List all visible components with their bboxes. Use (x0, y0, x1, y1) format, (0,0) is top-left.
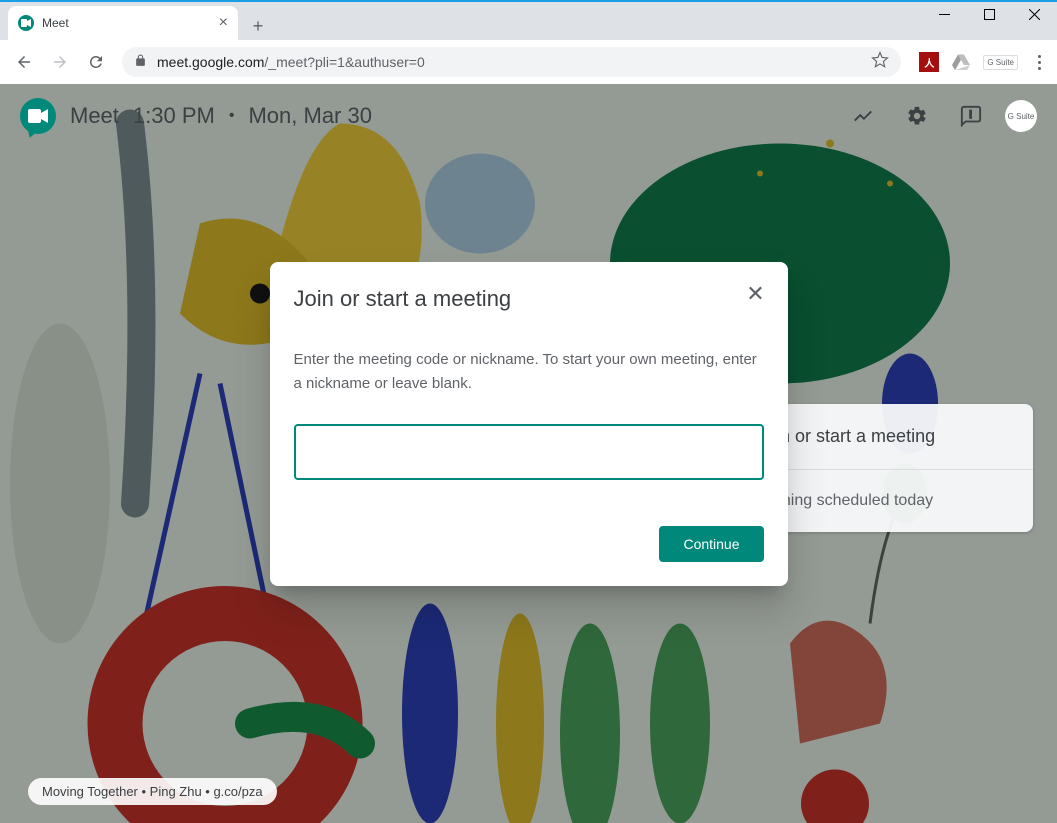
url-path: /_meet?pli=1&authuser=0 (264, 54, 424, 70)
dialog-actions: Continue (294, 526, 764, 562)
window-close-button[interactable] (1012, 0, 1057, 28)
continue-button[interactable]: Continue (659, 526, 763, 562)
dialog-scrim: ✕ Join or start a meeting Enter the meet… (0, 84, 1057, 823)
window-controls (922, 0, 1057, 28)
dialog-body-text: Enter the meeting code or nickname. To s… (294, 348, 764, 396)
tab-strip: Meet × + (0, 2, 1057, 40)
meeting-code-input[interactable] (294, 424, 764, 480)
browser-chrome: Meet × + meet.google.com/_meet?pli=1&aut… (0, 2, 1057, 84)
meet-app: Meet 1:30 PM • Mon, Mar 30 G Suite Join … (0, 84, 1057, 823)
back-button[interactable] (8, 46, 40, 78)
url-text: meet.google.com/_meet?pli=1&authuser=0 (157, 54, 861, 70)
lock-icon (134, 54, 147, 70)
bookmark-star-icon[interactable] (871, 51, 889, 74)
browser-tab[interactable]: Meet × (8, 6, 238, 40)
url-host: meet.google.com (157, 54, 264, 70)
browser-toolbar: meet.google.com/_meet?pli=1&authuser=0 人… (0, 40, 1057, 84)
reload-button[interactable] (80, 46, 112, 78)
dialog-close-button[interactable]: ✕ (744, 282, 768, 306)
new-tab-button[interactable]: + (244, 12, 272, 40)
join-start-dialog: ✕ Join or start a meeting Enter the meet… (270, 262, 788, 586)
tab-close-icon[interactable]: × (219, 14, 228, 32)
browser-menu-button[interactable] (1030, 55, 1049, 70)
address-bar[interactable]: meet.google.com/_meet?pli=1&authuser=0 (122, 47, 901, 77)
drive-extension-icon[interactable] (951, 52, 971, 72)
minimize-button[interactable] (922, 0, 967, 28)
pdf-extension-icon[interactable]: 人 (919, 52, 939, 72)
tab-title: Meet (42, 16, 211, 30)
meet-favicon-icon (18, 15, 34, 31)
dialog-title: Join or start a meeting (294, 286, 764, 312)
gsuite-extension-icon[interactable]: G Suite (983, 55, 1018, 70)
forward-button[interactable] (44, 46, 76, 78)
maximize-button[interactable] (967, 0, 1012, 28)
extension-icons: 人 G Suite (911, 52, 1026, 72)
